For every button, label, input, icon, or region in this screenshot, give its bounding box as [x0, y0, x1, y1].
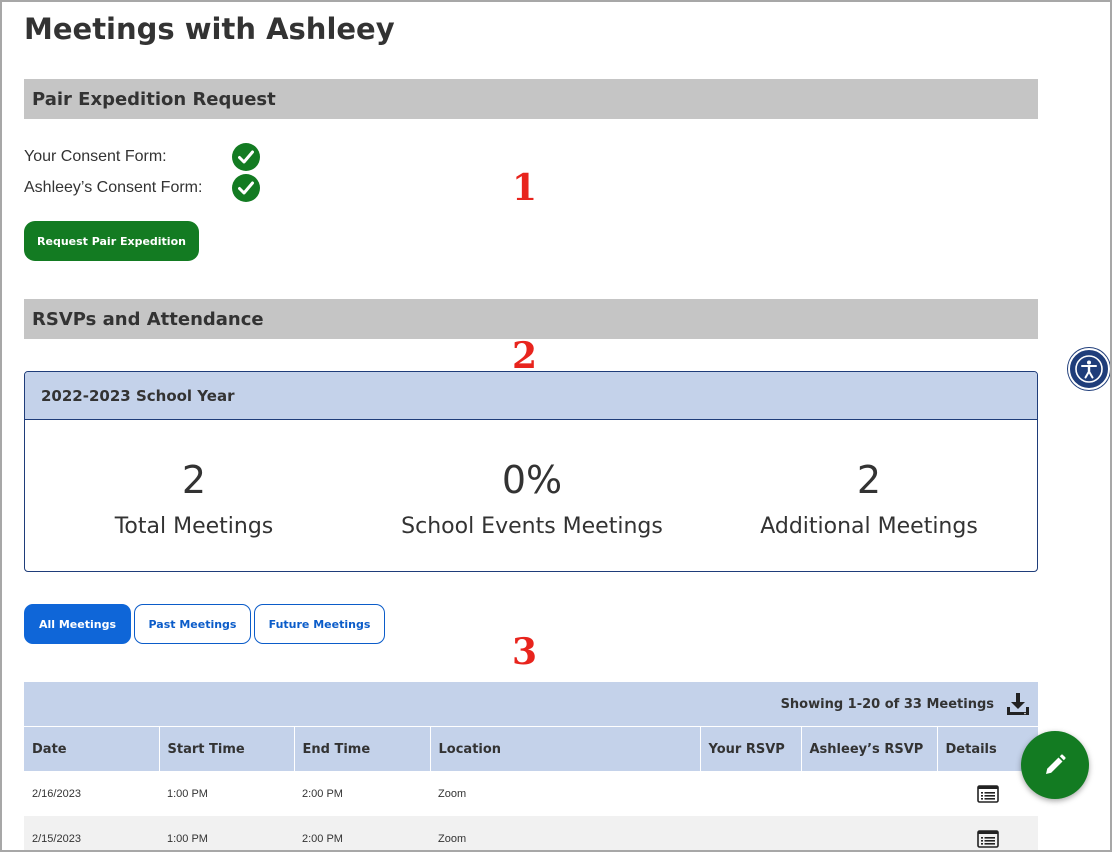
accessibility-icon[interactable]	[1068, 348, 1110, 390]
column-header-partner-rsvp[interactable]: Ashleey’s RSVP	[801, 727, 938, 771]
tab-past-meetings[interactable]: Past Meetings	[134, 604, 251, 644]
cell-partner-rsvp	[801, 816, 937, 850]
meetings-grid: Date Start Time End Time Location Your R…	[24, 727, 1038, 850]
cell-partner-rsvp	[801, 771, 937, 816]
stat-label: Total Meetings	[114, 514, 274, 539]
column-header-your-rsvp[interactable]: Your RSVP	[700, 727, 802, 771]
cell-details	[937, 816, 1038, 850]
page-frame: Meetings with Ashleey Pair Expedition Re…	[0, 0, 1112, 852]
check-circle-icon	[232, 143, 260, 171]
stat-total-meetings: 2 Total Meetings	[25, 420, 363, 571]
table-header-row: Date Start Time End Time Location Your R…	[24, 727, 1038, 771]
stats-row: 2 Total Meetings 0% School Events Meetin…	[25, 420, 1037, 571]
check-circle-icon	[232, 174, 260, 202]
partner-consent-label: Ashleey’s Consent Form:	[24, 179, 203, 196]
page-title: Meetings with Ashleey	[24, 12, 395, 46]
cell-location: Zoom	[438, 787, 467, 800]
list-details-icon[interactable]	[976, 784, 999, 803]
table-toolbar: Showing 1-20 of 33 Meetings	[24, 682, 1038, 727]
your-consent-row: Your Consent Form:	[24, 143, 260, 171]
cell-date: 2/16/2023	[32, 787, 81, 800]
your-consent-label: Your Consent Form:	[24, 148, 167, 165]
rsvp-heading: RSVPs and Attendance	[24, 299, 1038, 339]
list-details-icon[interactable]	[976, 829, 999, 848]
cell-start-time: 1:00 PM	[159, 816, 294, 850]
cell-end-time: 2:00 PM	[302, 787, 343, 800]
school-year-label: 2022-2023 School Year	[25, 372, 1037, 420]
cell-your-rsvp	[700, 816, 801, 850]
tab-future-meetings[interactable]: Future Meetings	[254, 604, 385, 644]
annotation-marker-1: 1	[512, 167, 538, 209]
stat-school-events: 0% School Events Meetings	[363, 420, 701, 571]
partner-consent-row: Ashleey’s Consent Form:	[24, 174, 260, 202]
stat-label: School Events Meetings	[401, 514, 663, 539]
edit-fab-button[interactable]	[1021, 731, 1089, 799]
stat-value: 2	[181, 458, 207, 502]
column-header-date[interactable]: Date	[24, 727, 160, 771]
cell-date: 2/15/2023	[24, 816, 159, 850]
pair-expedition-heading: Pair Expedition Request	[24, 79, 1038, 119]
cell-start-time: 1:00 PM	[167, 787, 208, 800]
cell-your-rsvp	[700, 771, 801, 816]
pencil-icon	[1046, 754, 1066, 774]
stat-value: 2	[856, 458, 882, 502]
cell-location: Zoom	[430, 816, 700, 850]
column-header-end-time[interactable]: End Time	[294, 727, 431, 771]
table-row: 2/15/2023 1:00 PM 2:00 PM Zoom	[24, 816, 1038, 850]
meetings-table: Showing 1-20 of 33 Meetings Date Start T…	[24, 682, 1038, 850]
school-year-card: 2022-2023 School Year 2 Total Meetings 0…	[24, 371, 1038, 572]
cell-end-time: 2:00 PM	[294, 816, 430, 850]
stat-label: Additional Meetings	[760, 514, 978, 539]
column-header-start-time[interactable]: Start Time	[159, 727, 295, 771]
download-icon[interactable]	[1006, 692, 1030, 716]
annotation-marker-2: 2	[512, 335, 538, 377]
meeting-filter-tabs: All Meetings Past Meetings Future Meetin…	[24, 604, 385, 644]
request-pair-expedition-button[interactable]: Request Pair Expedition	[24, 221, 199, 261]
annotation-marker-3: 3	[512, 631, 538, 673]
showing-count: Showing 1-20 of 33 Meetings	[780, 696, 994, 712]
table-row: 2/16/2023 1:00 PM 2:00 PM Zoom	[24, 771, 1038, 816]
tab-all-meetings[interactable]: All Meetings	[24, 604, 131, 644]
stat-value: 0%	[501, 458, 563, 502]
stat-additional-meetings: 2 Additional Meetings	[701, 420, 1037, 571]
column-header-location[interactable]: Location	[430, 727, 701, 771]
